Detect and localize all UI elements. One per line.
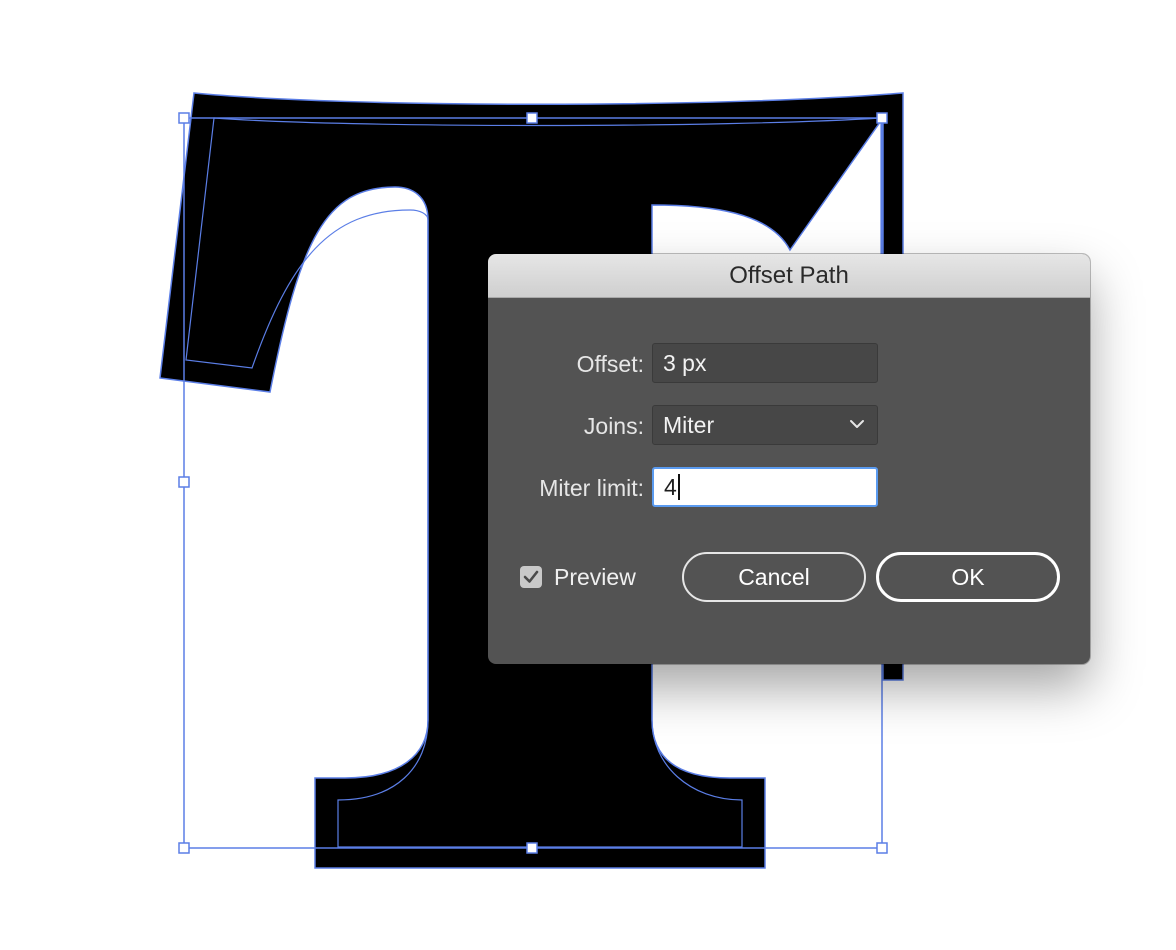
handle-bottom-center[interactable] [526,842,538,854]
dialog-title: Offset Path [729,261,849,289]
cancel-button-label: Cancel [738,563,810,590]
offset-value: 3 px [663,349,707,376]
preview-checkbox[interactable] [520,566,542,588]
joins-select[interactable]: Miter [652,405,878,445]
checkmark-icon [523,570,539,583]
text-caret [677,474,680,500]
offset-path-dialog: Offset Path Offset: 3 px Joins: Miter Mi… [488,254,1090,664]
offset-label: Offset: [576,351,644,377]
dialog-titlebar[interactable]: Offset Path [488,254,1090,298]
miter-limit-value: 4 [664,473,677,500]
handle-top-left[interactable] [178,112,190,124]
handle-middle-left[interactable] [178,476,190,488]
cancel-button[interactable]: Cancel [682,552,866,602]
handle-top-center[interactable] [526,112,538,124]
offset-input[interactable]: 3 px [652,343,878,383]
miter-limit-input[interactable]: 4 [652,467,878,507]
miter-limit-label: Miter limit: [539,475,644,501]
handle-top-right[interactable] [876,112,888,124]
handle-bottom-left[interactable] [178,842,190,854]
chevron-down-icon [850,420,864,428]
handle-bottom-right[interactable] [876,842,888,854]
joins-label: Joins: [583,413,644,439]
ok-button-label: OK [951,563,985,590]
preview-label[interactable]: Preview [554,564,636,591]
ok-button[interactable]: OK [876,552,1060,602]
joins-value: Miter [663,411,715,438]
